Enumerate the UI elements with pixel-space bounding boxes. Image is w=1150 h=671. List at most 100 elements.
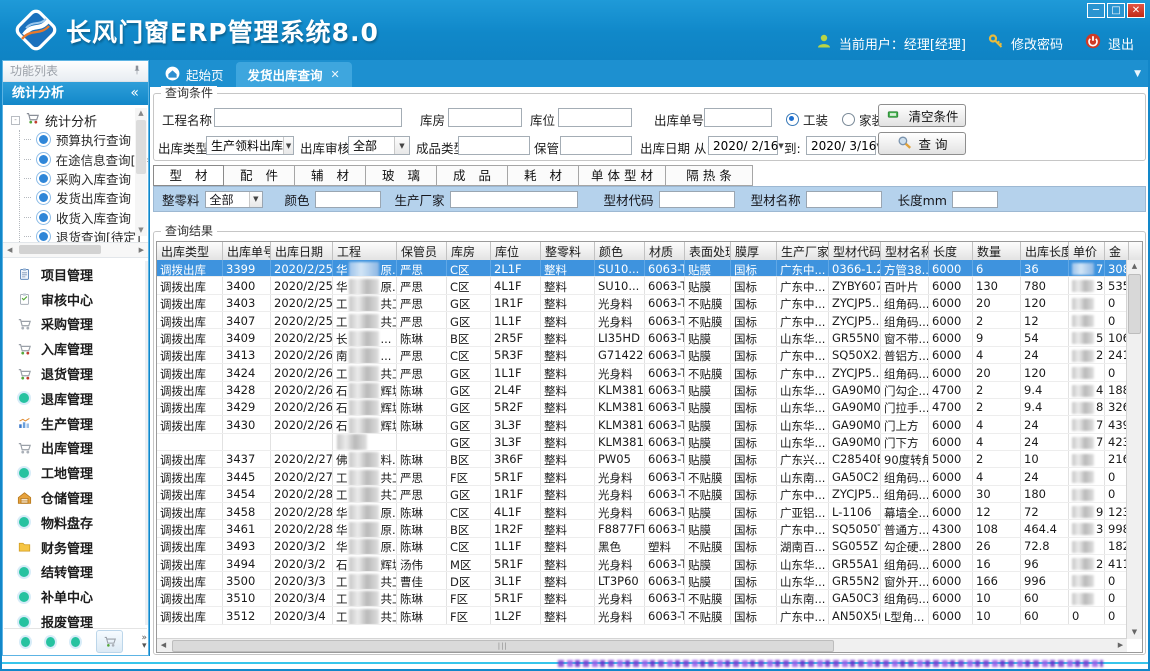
cart-button[interactable] — [96, 630, 123, 653]
green-dot-icon[interactable] — [46, 637, 55, 647]
minimize-button[interactable]: ─ — [1087, 3, 1105, 18]
column-header-film[interactable]: 膜厚 — [731, 242, 777, 260]
scroll-left-icon[interactable]: ◀ — [7, 244, 12, 256]
table-row[interactable]: 调拨出库34292020/2/26石辉城陈琳G区5R2F整料KLM3817606… — [157, 399, 1127, 416]
sidebar-module[interactable]: 审核中心 — [3, 287, 145, 312]
table-row[interactable]: 调拨出库34582020/2/28华原...陈琳C区4L1F整料光身料6063-… — [157, 503, 1127, 520]
table-row[interactable]: 调拨出库34372020/2/27佛料...陈琳B区3R6F整料PW056063… — [157, 451, 1127, 468]
sidebar-module[interactable]: 物料盘存 — [3, 510, 145, 535]
radio-gongzhuang[interactable]: 工装 — [786, 110, 828, 129]
tree-item[interactable]: 收货入库查询 — [20, 208, 148, 227]
table-row[interactable]: 调拨出库34002020/2/25华原...严思C区4L1F整料SU10...6… — [157, 277, 1127, 294]
grid-vertical-scrollbar[interactable]: ▲ ▼ — [1126, 260, 1142, 639]
tree-expander-icon[interactable]: - — [11, 116, 20, 125]
table-row[interactable]: 调拨出库35102020/3/4工共工程陈琳F区5R1F整料光身料6063-T5… — [157, 590, 1127, 607]
tree-item[interactable]: 退货查询[待定] — [20, 227, 148, 243]
sidebar-module[interactable]: 财务管理 — [3, 535, 145, 560]
column-header-name[interactable]: 型材名称 — [881, 242, 929, 260]
scroll-up-icon[interactable]: ▲ — [135, 108, 147, 119]
column-header-project[interactable]: 工程 — [333, 242, 397, 260]
green-dot-icon[interactable] — [71, 637, 80, 647]
section-header[interactable]: 统计分析 « — [3, 82, 148, 105]
whole-combo[interactable]: 全部▼ — [205, 191, 263, 208]
length-input[interactable] — [952, 191, 998, 208]
sidebar-module[interactable]: 退库管理 — [3, 386, 145, 411]
sidebar-module[interactable]: 仓储管理 — [3, 485, 145, 510]
material-tab[interactable]: 玻璃 — [366, 165, 437, 186]
material-tab[interactable]: 成品 — [437, 165, 508, 186]
sidebar-module[interactable]: 退货管理 — [3, 361, 145, 386]
table-row[interactable]: 调拨出库34932020/3/2华原...陈琳C区1L1F整料黑色塑料不贴膜国标… — [157, 538, 1127, 555]
scroll-thumb[interactable] — [19, 245, 101, 254]
sidebar-module[interactable]: 项目管理 — [3, 262, 145, 287]
audit-combo[interactable]: 全部▼ — [348, 136, 410, 155]
column-header-length[interactable]: 长度 — [929, 242, 973, 260]
scroll-down-icon[interactable]: ▼ — [1127, 626, 1142, 639]
project-name-input[interactable] — [214, 108, 402, 127]
table-row[interactable]: 调拨出库35002020/3/3工共工程曹佳D区3L1F整料LT3P606063… — [157, 572, 1127, 589]
out-type-combo[interactable]: 生产领料出库▼ — [206, 136, 294, 155]
column-header-amount[interactable]: 金 — [1105, 242, 1129, 260]
column-header-factory[interactable]: 生产厂家 — [777, 242, 829, 260]
maximize-button[interactable]: □ — [1107, 3, 1125, 18]
material-tab[interactable]: 耗材 — [508, 165, 579, 186]
column-header-code[interactable]: 型材代码 — [829, 242, 881, 260]
table-row[interactable]: 调拨出库34452020/2/27工共工程严思F区5R1F整料光身料6063-T… — [157, 468, 1127, 485]
sidebar-module[interactable]: 生产管理 — [3, 411, 145, 436]
table-row[interactable]: 调拨出库34302020/2/26石辉城陈琳G区3L3F整料KLM3817606… — [157, 416, 1127, 433]
product-type-input[interactable] — [458, 136, 530, 155]
column-header-date[interactable]: 出库日期 — [271, 242, 333, 260]
close-button[interactable]: ✕ — [1127, 3, 1145, 18]
column-header-surface[interactable]: 表面处理 — [685, 242, 731, 260]
table-row[interactable]: 调拨出库35122020/3/4工共工程陈琳F区1L2F整料光身料6063-T5… — [157, 607, 1127, 624]
column-header-color[interactable]: 颜色 — [595, 242, 645, 260]
name-input[interactable] — [806, 191, 882, 208]
search-button[interactable]: 查 询 — [878, 132, 966, 155]
column-header-whole[interactable]: 整零料 — [541, 242, 595, 260]
code-input[interactable] — [659, 191, 735, 208]
green-dot-icon[interactable] — [21, 637, 30, 647]
column-header-outlen[interactable]: 出库长度 — [1021, 242, 1069, 260]
tree-item[interactable]: 预算执行查询 — [20, 130, 148, 149]
sidebar-module[interactable]: 工地管理 — [3, 460, 145, 485]
table-row[interactable]: 调拨出库34092020/2/25长...陈琳B区2R5F整料LI35HD606… — [157, 329, 1127, 346]
scroll-thumb[interactable]: ||| — [172, 640, 834, 652]
table-row[interactable]: 调拨出库33992020/2/25华原...严思C区2L1F整料SU10...6… — [157, 260, 1127, 277]
column-header-price[interactable]: 单价 — [1069, 242, 1105, 260]
tab-home[interactable]: 起始页 — [153, 62, 236, 87]
tree-horizontal-scrollbar[interactable]: ◀ ▶ — [3, 243, 148, 258]
column-header-no[interactable]: 出库单号 — [223, 242, 271, 260]
clear-conditions-button[interactable]: 清空条件 — [878, 104, 966, 127]
material-tab[interactable]: 隔热条 — [666, 165, 753, 186]
collapse-icon[interactable]: « — [130, 82, 139, 105]
table-row[interactable]: 调拨出库34612020/2/28华原...陈琳B区1R2F整料F8877FT6… — [157, 520, 1127, 537]
logout-link[interactable]: 退出 — [1108, 34, 1134, 53]
sidebar-module[interactable]: 出库管理 — [3, 436, 145, 461]
warehouse-input[interactable] — [448, 108, 522, 127]
material-tab[interactable]: 型材 — [153, 165, 224, 186]
factory-input[interactable] — [450, 191, 578, 208]
tree-root[interactable]: - 统计分析 — [11, 110, 148, 130]
sidebar-module[interactable]: 补单中心 — [3, 584, 145, 609]
column-header-warehouse[interactable]: 库房 — [447, 242, 491, 260]
tree-item[interactable]: 在途信息查询[待 — [20, 149, 148, 168]
date-from-picker[interactable]: 2020/ 2/16▼ — [708, 136, 778, 155]
grid-horizontal-scrollbar[interactable]: ◀ ||| ▶ — [157, 638, 1127, 652]
order-no-input[interactable] — [704, 108, 772, 127]
pin-icon[interactable] — [132, 61, 142, 81]
module-scrollbar[interactable] — [145, 261, 148, 625]
table-row[interactable]: 调拨出库34072020/2/25工共工程严思G区1L1F整料光身料6063-T… — [157, 312, 1127, 329]
scroll-down-icon[interactable]: ▼ — [135, 225, 147, 236]
tab-overflow-icon[interactable]: ▼ — [1134, 69, 1141, 79]
column-header-qty[interactable]: 数量 — [973, 242, 1021, 260]
sidebar-module[interactable]: 结转管理 — [3, 560, 145, 585]
tab-close-icon[interactable]: ✕ — [331, 68, 340, 81]
material-tab[interactable]: 辅材 — [295, 165, 366, 186]
table-row[interactable]: 调拨出库34542020/2/28工共工程严思G区1R1F整料光身料6063-T… — [157, 486, 1127, 503]
table-row[interactable]: 调拨出库34282020/2/26石辉城陈琳G区2L4F整料KLM3817606… — [157, 382, 1127, 399]
scroll-up-icon[interactable]: ▲ — [1127, 260, 1142, 273]
overflow-chevron-icon[interactable]: »▾ — [141, 634, 147, 650]
sidebar-module[interactable]: 报废管理 — [3, 609, 145, 628]
table-row[interactable]: 调拨出库34242020/2/26工共工程严思G区1L1F整料光身料6063-T… — [157, 364, 1127, 381]
material-tab[interactable]: 单体型材 — [579, 165, 666, 186]
